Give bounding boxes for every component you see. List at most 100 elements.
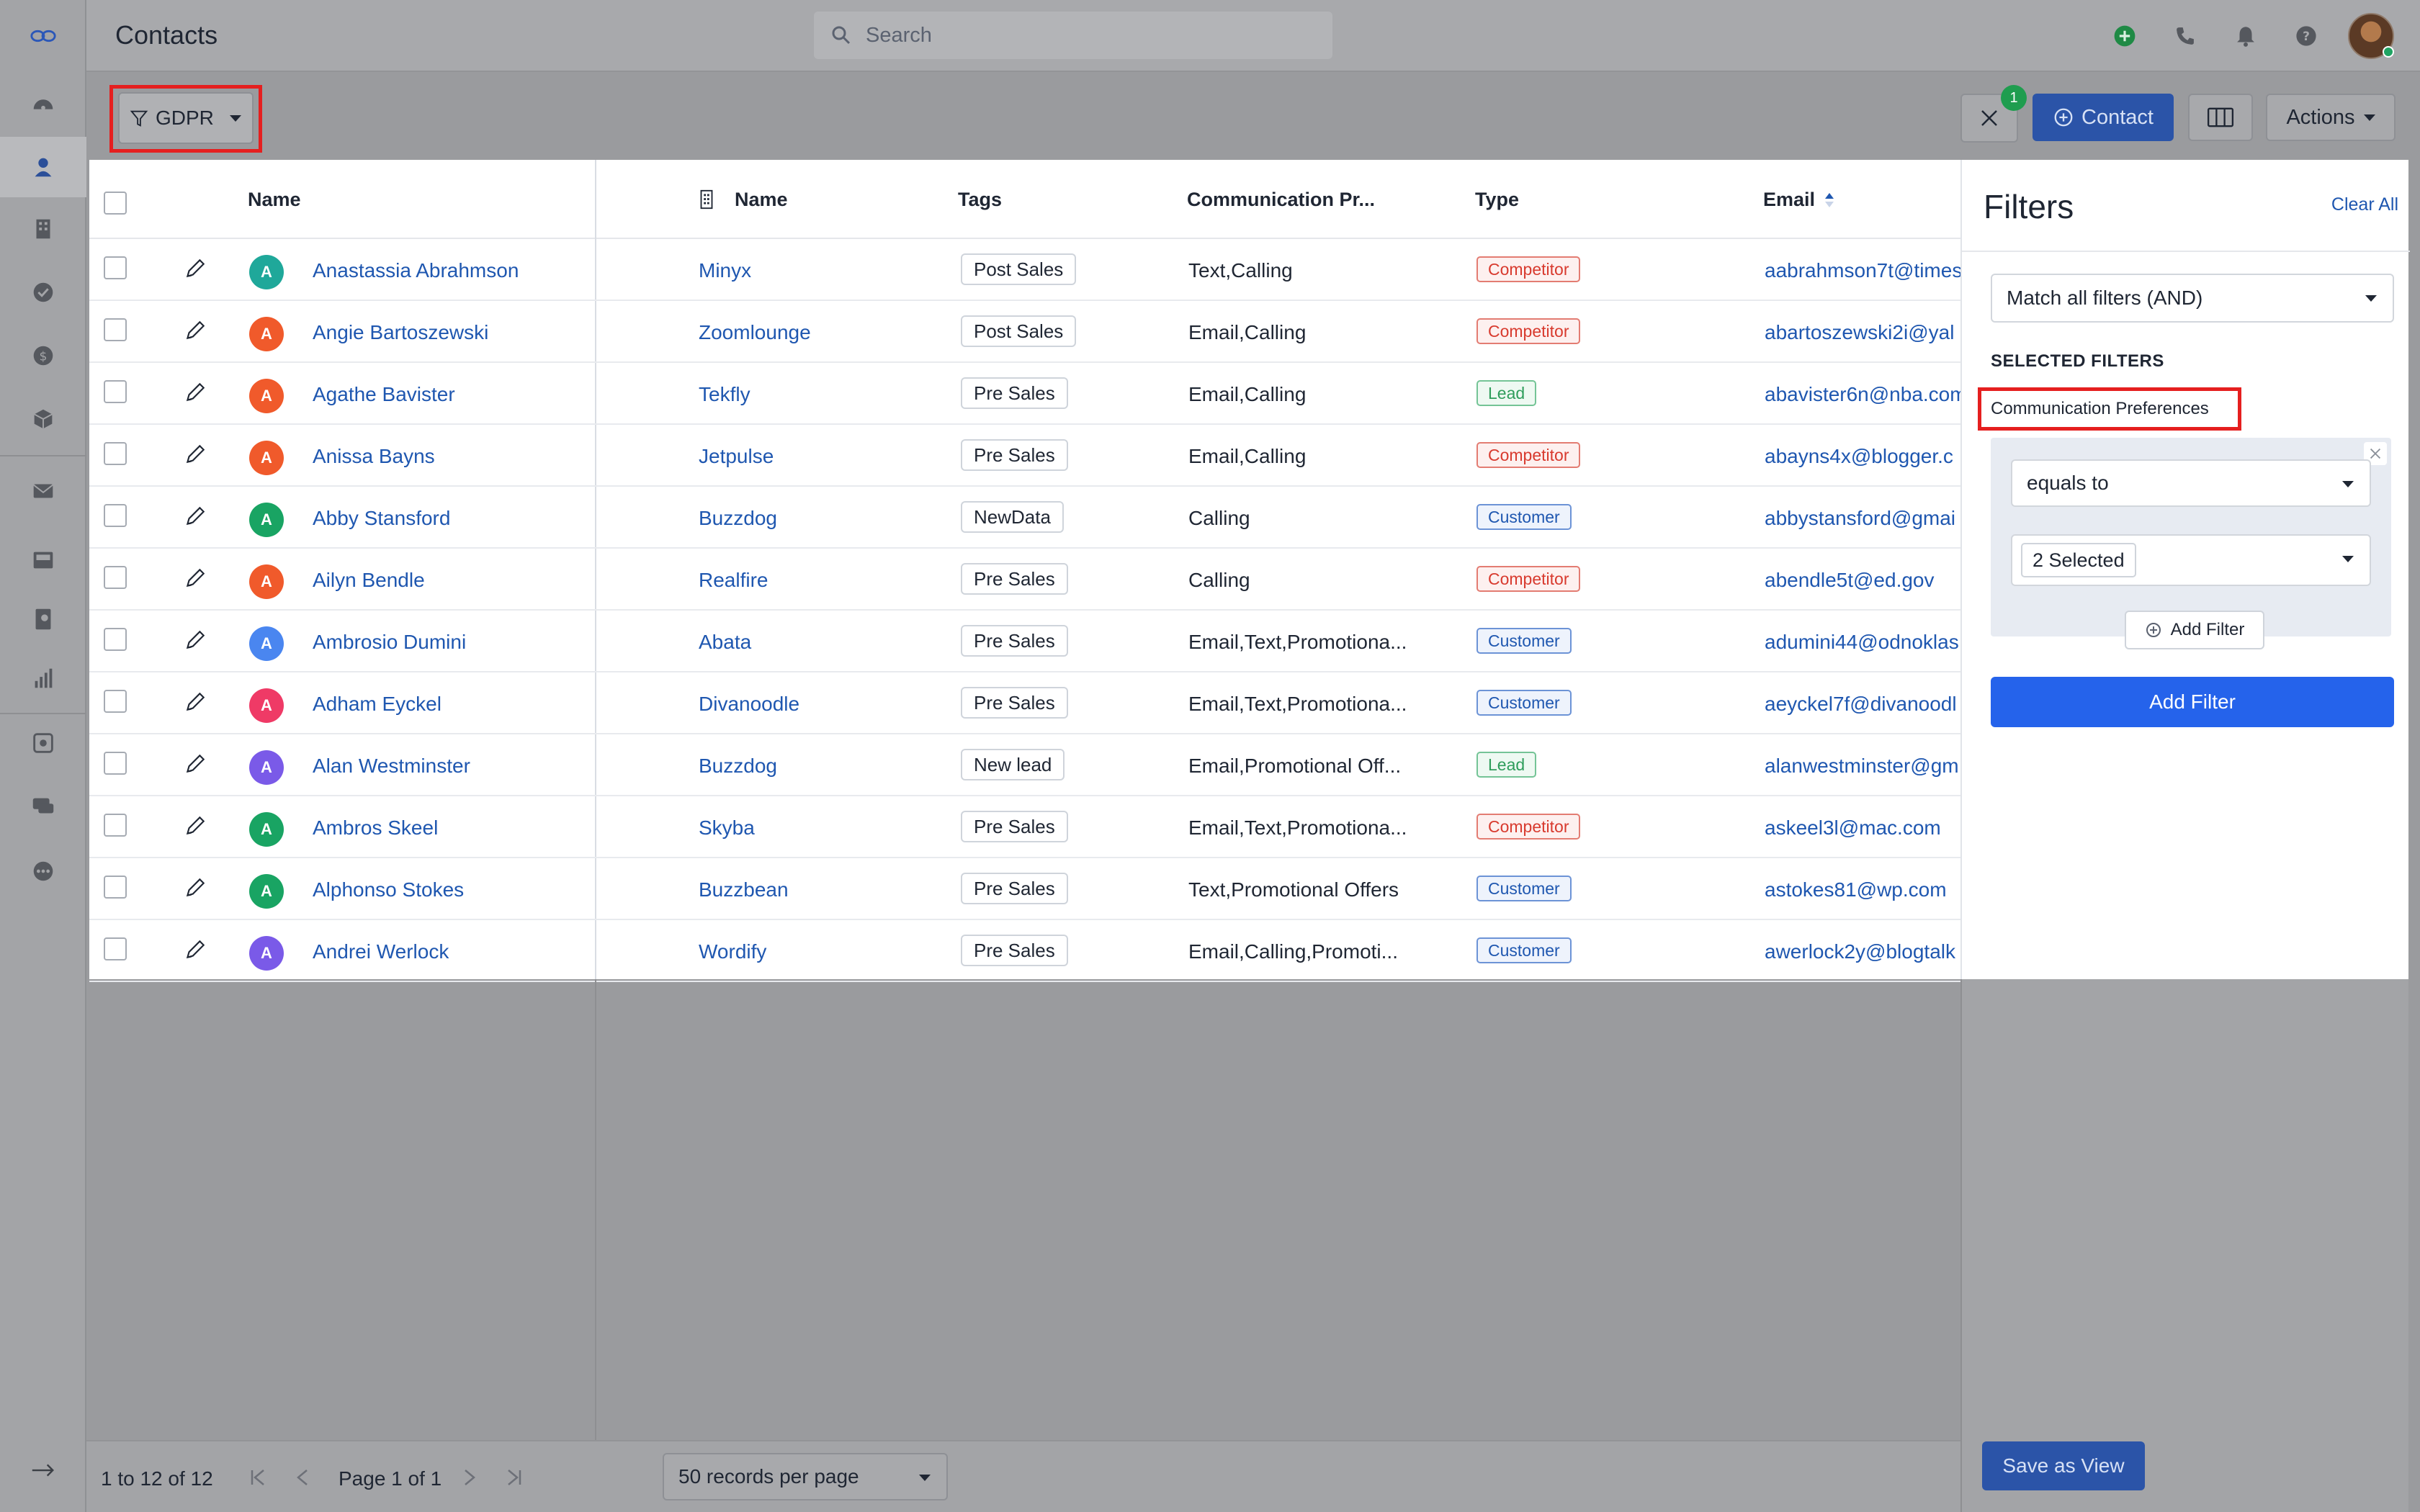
- row-checkbox[interactable]: [104, 690, 127, 713]
- table-row[interactable]: A Anissa Bayns Jetpulse Pre Sales Email,Call…: [89, 425, 1960, 487]
- edit-pencil-icon[interactable]: [183, 566, 207, 590]
- previous-page-icon[interactable]: [291, 1466, 314, 1489]
- row-checkbox[interactable]: [104, 318, 127, 341]
- contact-name-link[interactable]: Alphonso Stokes: [313, 878, 464, 901]
- selected-values-chip[interactable]: 2 Selected: [2021, 543, 2136, 577]
- app-logo-icon[interactable]: [0, 6, 86, 66]
- edit-pencil-icon[interactable]: [183, 937, 207, 962]
- column-header-email[interactable]: Email: [1763, 189, 1815, 211]
- sidebar-item-dashboard[interactable]: [0, 73, 86, 134]
- add-filter-button[interactable]: Add Filter: [1991, 677, 2394, 727]
- edit-pencil-icon[interactable]: [183, 690, 207, 714]
- contact-name-link[interactable]: Abby Stansford: [313, 507, 450, 530]
- company-name-link[interactable]: Buzzdog: [699, 507, 777, 530]
- contact-name-link[interactable]: Ailyn Bendle: [313, 569, 425, 592]
- contact-name-link[interactable]: Angie Bartoszewski: [313, 321, 488, 344]
- email-link[interactable]: askeel3l@mac.com: [1765, 816, 1960, 840]
- clear-all-link[interactable]: Clear All: [2331, 194, 2398, 215]
- company-name-link[interactable]: Buzzdog: [699, 755, 777, 778]
- row-checkbox[interactable]: [104, 937, 127, 960]
- sidebar-item-companies[interactable]: [0, 199, 86, 259]
- column-header-company-name[interactable]: Name: [735, 189, 788, 211]
- email-link[interactable]: aabrahmson7t@times: [1765, 259, 1960, 282]
- company-name-link[interactable]: Divanoodle: [699, 693, 799, 716]
- notifications-button[interactable]: [2231, 22, 2260, 50]
- column-header-type[interactable]: Type: [1475, 189, 1519, 211]
- edit-pencil-icon[interactable]: [183, 318, 207, 343]
- sidebar-item-chat[interactable]: [0, 776, 86, 837]
- email-link[interactable]: abendle5t@ed.gov: [1765, 569, 1960, 592]
- sidebar-item-email[interactable]: [0, 461, 86, 521]
- table-row[interactable]: A Ambros Skeel Skyba Pre Sales Email,Text,Pr…: [89, 796, 1960, 858]
- sidebar-expand-button[interactable]: [0, 1440, 86, 1500]
- row-checkbox[interactable]: [104, 504, 127, 527]
- search-box[interactable]: [814, 12, 1332, 59]
- contact-name-link[interactable]: Alan Westminster: [313, 755, 470, 778]
- table-row[interactable]: A Alan Westminster Buzzdog New lead Email,Pr…: [89, 734, 1960, 796]
- contact-name-link[interactable]: Agathe Bavister: [313, 383, 455, 406]
- edit-pencil-icon[interactable]: [183, 380, 207, 405]
- row-checkbox[interactable]: [104, 256, 127, 279]
- company-name-link[interactable]: Jetpulse: [699, 445, 774, 468]
- edit-pencil-icon[interactable]: [183, 442, 207, 467]
- contact-name-link[interactable]: Anissa Bayns: [313, 445, 435, 468]
- table-row[interactable]: A Ailyn Bendle Realfire Pre Sales Calling Com…: [89, 549, 1960, 611]
- first-page-icon[interactable]: [246, 1466, 269, 1489]
- save-as-view-button[interactable]: Save as View: [1982, 1441, 2145, 1490]
- edit-pencil-icon[interactable]: [183, 628, 207, 652]
- email-link[interactable]: abayns4x@blogger.c: [1765, 445, 1960, 468]
- next-page-icon[interactable]: [458, 1466, 481, 1489]
- row-checkbox[interactable]: [104, 442, 127, 465]
- value-multiselect[interactable]: 2 Selected: [2011, 534, 2371, 586]
- column-header-communication-preferences[interactable]: Communication Pr...: [1187, 189, 1375, 211]
- table-row[interactable]: A Angie Bartoszewski Zoomlounge Post Sales E…: [89, 301, 1960, 363]
- sidebar-item-tasks[interactable]: [0, 262, 86, 323]
- sidebar-item-deals[interactable]: $: [0, 325, 86, 386]
- match-mode-select[interactable]: Match all filters (AND): [1991, 274, 2394, 323]
- contact-name-link[interactable]: Adham Eyckel: [313, 693, 442, 716]
- add-contact-button[interactable]: Contact: [2033, 94, 2174, 141]
- edit-pencil-icon[interactable]: [183, 256, 207, 281]
- email-link[interactable]: awerlock2y@blogtalk: [1765, 940, 1960, 963]
- operator-select[interactable]: equals to: [2011, 459, 2371, 507]
- edit-pencil-icon[interactable]: [183, 814, 207, 838]
- columns-button[interactable]: [2188, 94, 2253, 141]
- sidebar-item-products[interactable]: [0, 389, 86, 449]
- table-row[interactable]: A Adham Eyckel Divanoodle Pre Sales Email,Te…: [89, 672, 1960, 734]
- company-name-link[interactable]: Wordify: [699, 940, 766, 963]
- select-all-checkbox[interactable]: [104, 192, 127, 215]
- sidebar-item-contacts[interactable]: [0, 137, 86, 197]
- row-checkbox[interactable]: [104, 752, 127, 775]
- company-name-link[interactable]: Abata: [699, 631, 751, 654]
- sidebar-item-inbox[interactable]: [0, 530, 86, 590]
- row-checkbox[interactable]: [104, 814, 127, 837]
- edit-pencil-icon[interactable]: [183, 752, 207, 776]
- sidebar-item-phone-book[interactable]: [0, 589, 86, 649]
- table-row[interactable]: A Anastassia Abrahmson Minyx Post Sales Text…: [89, 239, 1960, 301]
- sort-icon[interactable]: [1824, 192, 1835, 209]
- sidebar-item-more[interactable]: [0, 841, 86, 901]
- actions-dropdown[interactable]: Actions: [2266, 94, 2396, 141]
- table-row[interactable]: A Andrei Werlock Wordify Pre Sales Email,Cal…: [89, 920, 1960, 982]
- email-link[interactable]: abbystansford@gmai: [1765, 507, 1960, 530]
- company-name-link[interactable]: Skyba: [699, 816, 755, 840]
- add-filter-inline-button[interactable]: Add Filter: [2125, 611, 2264, 649]
- company-name-link[interactable]: Realfire: [699, 569, 768, 592]
- company-name-link[interactable]: Buzzbean: [699, 878, 789, 901]
- phone-button[interactable]: [2171, 22, 2200, 50]
- add-button[interactable]: [2110, 22, 2139, 50]
- help-button[interactable]: ?: [2292, 22, 2321, 50]
- user-avatar[interactable]: [2348, 13, 2394, 59]
- company-name-link[interactable]: Tekfly: [699, 383, 750, 406]
- contact-name-link[interactable]: Ambrosio Dumini: [313, 631, 466, 654]
- sidebar-item-reports[interactable]: [0, 648, 86, 708]
- contact-name-link[interactable]: Ambros Skeel: [313, 816, 438, 840]
- email-link[interactable]: aeyckel7f@divanoodl: [1765, 693, 1960, 716]
- email-link[interactable]: abavister6n@nba.com: [1765, 383, 1960, 406]
- table-row[interactable]: A Abby Stansford Buzzdog NewData Calling Cust…: [89, 487, 1960, 549]
- row-checkbox[interactable]: [104, 628, 127, 651]
- edit-pencil-icon[interactable]: [183, 876, 207, 900]
- column-header-tags[interactable]: Tags: [958, 189, 1002, 211]
- email-link[interactable]: abartoszewski2i@yal: [1765, 321, 1960, 344]
- edit-pencil-icon[interactable]: [183, 504, 207, 528]
